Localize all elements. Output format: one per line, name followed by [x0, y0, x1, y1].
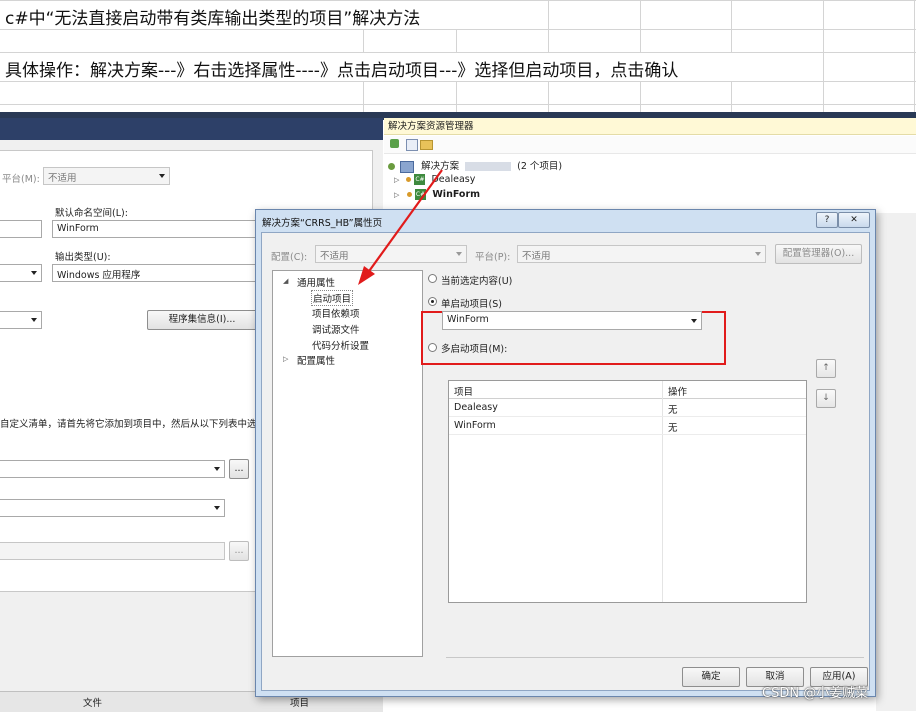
- annotation-arrow: [358, 169, 443, 285]
- arrow-shaft: [366, 169, 443, 275]
- arrow-head: [358, 266, 375, 285]
- watermark: CSDN @小姜贼菜: [762, 686, 869, 701]
